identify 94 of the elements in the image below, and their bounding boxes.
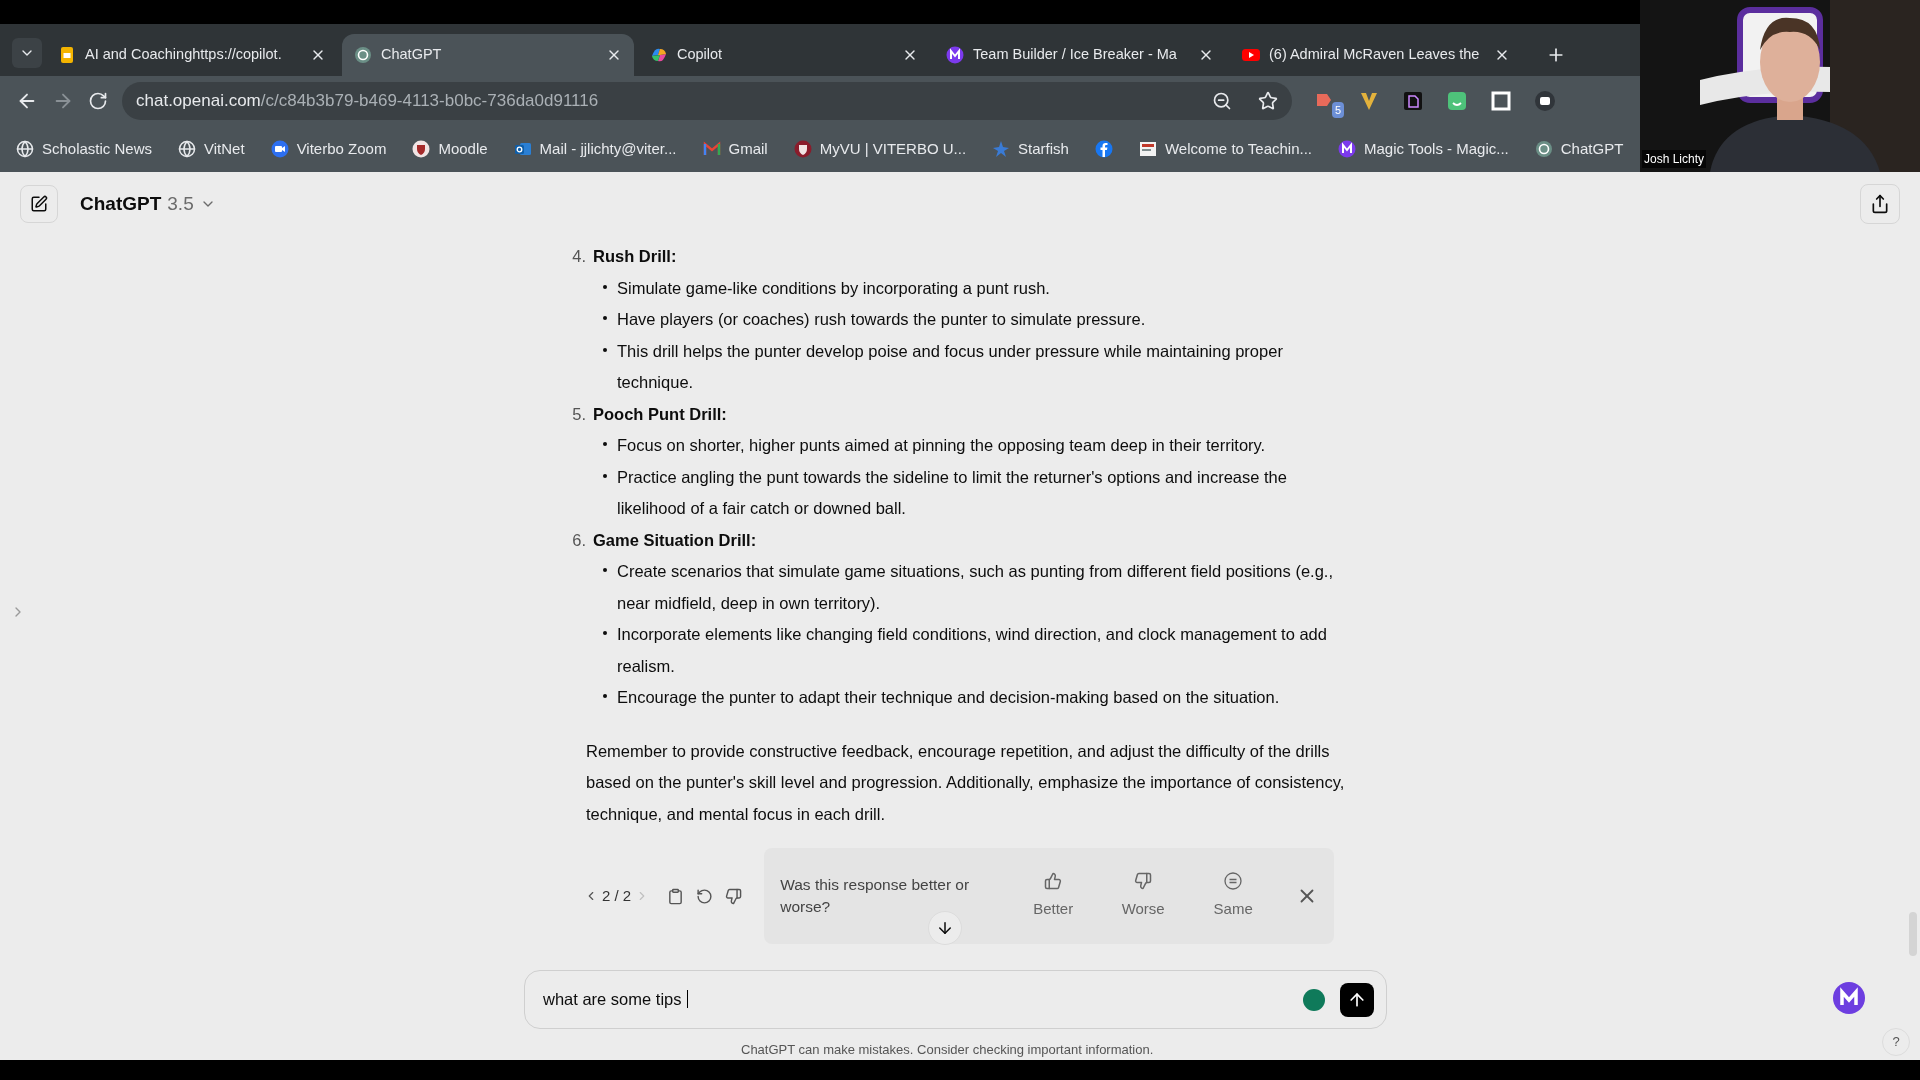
- browser-tab[interactable]: Team Builder / Ice Breaker - Ma: [934, 34, 1226, 76]
- bookmark[interactable]: Gmail: [702, 137, 768, 161]
- scrollbar-thumb: [1909, 912, 1917, 956]
- share-icon: [1870, 194, 1890, 214]
- send-button[interactable]: [1340, 982, 1374, 1017]
- bullet-text: Incorporate elements like changing field conditions, wind direction, and clock management to add realism.: [617, 624, 1328, 677]
- bookmark[interactable]: Viterbo Zoom: [270, 137, 387, 161]
- bullet-icon: [603, 347, 607, 352]
- feedback-option[interactable]: Worse: [1098, 871, 1189, 921]
- bullet-icon: [603, 442, 607, 446]
- thumbs-up-icon: [1044, 871, 1063, 890]
- list-number: 6.: [571, 529, 586, 551]
- bookmark[interactable]: Magic Tools - Magic...: [1338, 137, 1509, 161]
- list-number: 4.: [571, 246, 586, 267]
- bookmark-star-icon[interactable]: [1258, 91, 1278, 111]
- letter-m-icon[interactable]: [1832, 980, 1866, 1015]
- tab-title: (6) Admiral McRaven Leaves the: [1269, 45, 1481, 65]
- tab-title: AI and Coachinghttps://copilot.: [85, 45, 283, 65]
- regenerate-icon[interactable]: [696, 887, 714, 905]
- gmail-icon: [702, 140, 721, 158]
- bookmark[interactable]: MyVU | VITERBO U...: [793, 137, 967, 161]
- globe-icon: [178, 140, 197, 158]
- star-icon: [992, 140, 1011, 158]
- letter-m-icon: [1338, 140, 1356, 158]
- participant-name: Josh Lichty: [1642, 150, 1707, 168]
- equal-circle-icon: [1224, 871, 1243, 890]
- thumbs-down-icon[interactable]: [725, 887, 743, 905]
- item-title: Pooch Punt Drill:: [593, 403, 727, 425]
- smiley-icon[interactable]: [1446, 90, 1468, 112]
- tab-title: Copilot: [677, 45, 724, 65]
- bullet-icon: [603, 316, 607, 320]
- share-button[interactable]: [1860, 184, 1900, 224]
- message-input[interactable]: what are some tips: [524, 970, 1387, 1029]
- bookmark[interactable]: VitNet: [178, 137, 245, 161]
- closing-paragraph: Remember to provide constructive feedback, encourage repetition, and adjust the difficulty of the drills based on the punter's skill level and progression. Additionally, emphasize the importance of consistency, technique, and mental focus in each drill.: [586, 740, 1346, 825]
- bullet-text: Simulate game-like conditions by incorporating a punt rush.: [617, 277, 1051, 299]
- page-counter: 2 / 2: [602, 885, 632, 906]
- list-number: 5.: [571, 403, 586, 425]
- extension-badge: 5: [1331, 101, 1344, 118]
- bullet-icon: [603, 694, 607, 698]
- bookmark[interactable]: Scholastic News: [16, 137, 153, 161]
- feedback-option[interactable]: Better: [1008, 871, 1099, 921]
- bookmark[interactable]: Welcome to Teachin...: [1138, 137, 1312, 161]
- reload-icon[interactable]: [88, 91, 108, 111]
- zoom-icon[interactable]: [1212, 91, 1232, 111]
- bookmark[interactable]: ChatGPT: [1534, 137, 1624, 161]
- bookmark[interactable]: Starfish: [992, 137, 1069, 161]
- tab-title: Team Builder / Ice Breaker - Ma: [973, 45, 1178, 65]
- browser-tab[interactable]: AI and Coachinghttps://copilot.: [46, 34, 338, 76]
- camera-icon: [270, 140, 289, 158]
- mail-icon: [513, 140, 532, 158]
- play-icon: [1242, 46, 1260, 64]
- globe-icon: [16, 140, 34, 158]
- new-chat-button[interactable]: [20, 185, 58, 223]
- bullet-text: Practice angling the punt towards the sideline to limit the returner's options and increase the likelihood of a fair catch or downed ball.: [617, 466, 1288, 519]
- bullet-icon: [603, 631, 607, 635]
- bullet-text: Have players (or coaches) rush towards the punter to simulate pressure.: [617, 309, 1147, 330]
- crest-icon: [793, 140, 812, 158]
- bullet-text: Encourage the punter to adapt their technique and decision-making based on the situation.: [617, 687, 1281, 708]
- swirl-icon: [650, 46, 668, 64]
- facebook-icon[interactable]: [1094, 140, 1113, 158]
- copy-icon[interactable]: [667, 887, 685, 905]
- input-text: what are some tips: [543, 987, 1302, 1012]
- feedback-question: Was this response better or worse?: [780, 875, 971, 917]
- bullet-icon: [603, 284, 607, 289]
- bullet-icon: [603, 568, 607, 572]
- square-icon[interactable]: [1490, 90, 1512, 112]
- bullet-text: Focus on shorter, higher punts aimed at pinning the opposing team deep in their territory.: [617, 435, 1267, 456]
- bullet-icon: [603, 473, 607, 478]
- item-title: Game Situation Drill:: [593, 529, 757, 551]
- thumbnail-icon: [1138, 140, 1157, 158]
- bookmark[interactable]: Moodle: [412, 137, 488, 161]
- bullet-text: This drill helps the punter develop poise and focus under pressure while maintaining proper technique.: [617, 340, 1284, 393]
- document-icon[interactable]: [1402, 90, 1424, 112]
- bullet-text: Create scenarios that simulate game situations, such as punting from different field positions (e.g., near midfield, deep in own territory).: [617, 561, 1334, 614]
- thumbs-down-icon: [1134, 871, 1153, 890]
- browser-tab[interactable]: ChatGPT: [342, 34, 634, 76]
- edit-icon: [30, 195, 48, 213]
- letter-m-icon: [946, 46, 964, 64]
- bookmark[interactable]: Mail - jjlichty@viter...: [513, 137, 677, 161]
- tab-list-button[interactable]: [12, 38, 42, 68]
- feedback-option[interactable]: Same: [1188, 871, 1279, 921]
- url-text: chat.openai.com/c/c84b3b79-b469-4113-b0bc-736da0d91116: [136, 90, 600, 113]
- item-title: Rush Drill:: [593, 246, 677, 267]
- scroll-down-button[interactable]: [928, 911, 963, 945]
- tab-title: ChatGPT: [381, 45, 443, 65]
- browser-tab[interactable]: (6) Admiral McRaven Leaves the: [1230, 34, 1522, 76]
- slides-icon: [58, 46, 76, 64]
- browser-tab[interactable]: Copilot: [638, 34, 930, 76]
- model-selector[interactable]: ChatGPT 3.5: [80, 189, 216, 219]
- crest-icon: [412, 140, 431, 158]
- letter-v-icon[interactable]: [1358, 90, 1380, 112]
- disclaimer-text: ChatGPT can make mistakes. Consider checking important information.: [741, 1041, 1154, 1059]
- address-bar[interactable]: chat.openai.com/c/c84b3b79-b469-4113-b0bc-736da0d91116: [122, 82, 1292, 120]
